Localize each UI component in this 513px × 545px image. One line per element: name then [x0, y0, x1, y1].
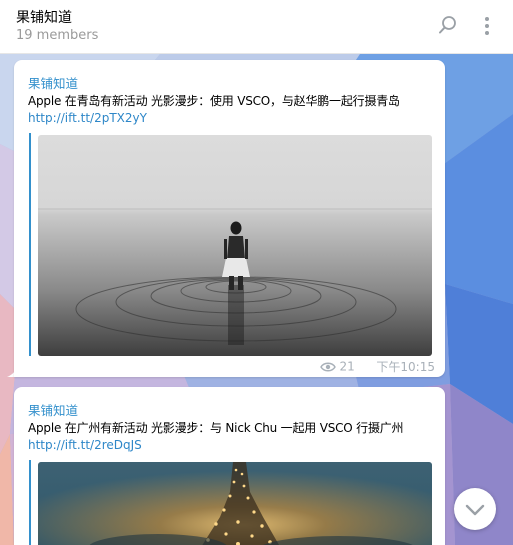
- scroll-down-button[interactable]: [454, 488, 496, 530]
- message-list[interactable]: 果铺知道 Apple 在青岛有新活动 光影漫步：使用 VSCO，与赵华鹏一起行摄…: [0, 54, 513, 545]
- member-count[interactable]: 19 members: [16, 28, 98, 43]
- search-button[interactable]: [432, 11, 462, 41]
- woman-standing-in-water-photo: [38, 135, 432, 356]
- message-text: Apple 在青岛有新活动 光影漫步：使用 VSCO，与赵华鹏一起行摄青岛: [28, 94, 400, 108]
- link-preview-image[interactable]: [38, 462, 432, 545]
- message-time: 下午10:15: [376, 360, 435, 374]
- link-preview-image[interactable]: [38, 135, 432, 356]
- link-preview-bar: [29, 133, 31, 356]
- search-icon: [439, 16, 456, 34]
- views-eye-icon: [319, 362, 336, 371]
- more-vertical-icon: [485, 17, 489, 35]
- message-bubble[interactable]: 果铺知道 Apple 在青岛有新活动 光影漫步：使用 VSCO，与赵华鹏一起行摄…: [14, 60, 445, 377]
- chat-header: 果铺知道 19 members: [0, 0, 513, 54]
- chat-title[interactable]: 果铺知道: [16, 7, 72, 27]
- more-options-button[interactable]: [474, 11, 500, 41]
- link-preview-bar: [29, 460, 31, 545]
- telegram-chat-window: 果铺知道 19 members 果铺知道 Apple 在青岛有新活动 光影漫步：…: [0, 0, 513, 545]
- message-text: Apple 在广州有新活动 光影漫步：与 Nick Chu 一起用 VSCO 行…: [28, 421, 404, 435]
- chevron-down-icon: [465, 504, 485, 516]
- message-sender[interactable]: 果铺知道: [28, 400, 78, 419]
- message-link[interactable]: http://ift.tt/2reDqJS: [28, 438, 142, 452]
- view-count: 21: [339, 359, 355, 374]
- message-meta: 21 下午10:15: [319, 358, 435, 375]
- message-link[interactable]: http://ift.tt/2pTX2yY: [28, 111, 147, 125]
- message-bubble[interactable]: 果铺知道 Apple 在广州有新活动 光影漫步：与 Nick Chu 一起用 V…: [14, 387, 445, 545]
- message-sender[interactable]: 果铺知道: [28, 73, 78, 92]
- illuminated-tower-photo: [38, 462, 432, 545]
